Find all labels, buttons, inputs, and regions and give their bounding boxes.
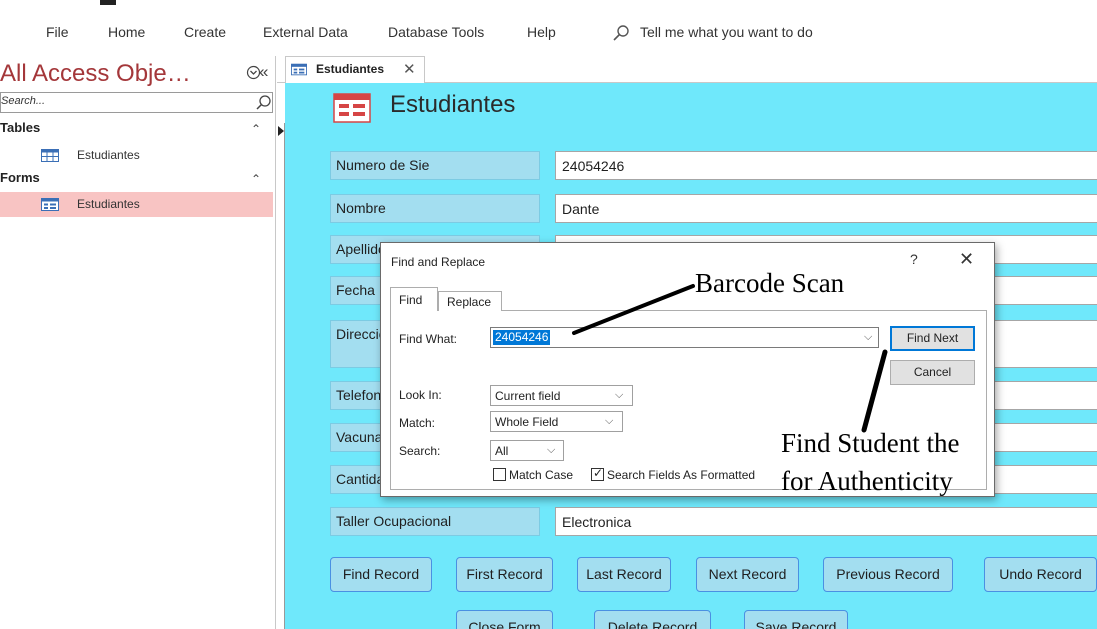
search-direction-select[interactable]: All ⌵ bbox=[490, 440, 564, 461]
delete-record-button[interactable]: Delete Record bbox=[594, 610, 711, 629]
label-text: Vacuna bbox=[336, 429, 383, 445]
tab-label: Replace bbox=[447, 295, 492, 309]
next-record-button[interactable]: Next Record bbox=[696, 557, 799, 592]
ribbon-tab-create[interactable]: Create bbox=[184, 24, 226, 40]
search-label: Search: bbox=[399, 444, 441, 458]
search-direction-value: All bbox=[495, 444, 509, 458]
chevron-down-icon: ⌵ bbox=[605, 415, 614, 427]
record-selector[interactable] bbox=[277, 123, 285, 629]
nav-group-forms[interactable]: Forms bbox=[0, 170, 40, 185]
document-tab-label: Estudiantes bbox=[316, 62, 385, 76]
tab-label: Find bbox=[399, 293, 423, 307]
match-case-label: Match Case bbox=[509, 468, 574, 482]
search-icon[interactable] bbox=[255, 94, 272, 111]
form-icon bbox=[41, 198, 59, 211]
access-window: File Home Create External Data Database … bbox=[0, 0, 1097, 629]
last-record-button[interactable]: Last Record bbox=[577, 557, 671, 592]
current-record-arrow-icon bbox=[278, 126, 284, 136]
ribbon-tab-home[interactable]: Home bbox=[108, 24, 145, 40]
look-in-label: Look In: bbox=[399, 388, 442, 402]
document-tab-estudiantes[interactable]: Estudiantes ✕ bbox=[285, 56, 425, 83]
help-button[interactable]: ? bbox=[910, 251, 918, 267]
annotation-find-student: Find Student the bbox=[781, 428, 960, 458]
cancel-button[interactable]: Cancel bbox=[890, 360, 975, 385]
label-text: Taller Ocupacional bbox=[336, 513, 452, 529]
navigation-pane: All Access Obje… « Search... Tables ⌃ Es… bbox=[0, 56, 276, 629]
label-text: Numero de Sie bbox=[336, 157, 430, 173]
chevron-down-icon: ⌵ bbox=[615, 389, 624, 401]
find-what-input[interactable]: 24054246 ⌵ bbox=[490, 327, 879, 348]
match-label: Match: bbox=[399, 416, 436, 430]
match-select[interactable]: Whole Field ⌵ bbox=[490, 411, 623, 432]
nav-search-input[interactable]: Search... bbox=[0, 92, 273, 113]
nav-item-form-estudiantes[interactable]: Estudiantes bbox=[0, 192, 273, 217]
collapse-group-icon[interactable]: ⌃ bbox=[251, 122, 261, 136]
tell-me-box[interactable]: Tell me what you want to do bbox=[640, 24, 813, 40]
undo-record-button[interactable]: Undo Record bbox=[984, 557, 1097, 592]
find-record-button[interactable]: Find Record bbox=[330, 557, 432, 592]
field-value-taller-ocupacional[interactable]: Electronica bbox=[555, 507, 1097, 536]
chevron-down-icon[interactable]: ⌵ bbox=[864, 331, 872, 344]
field-label-nombre: Nombre bbox=[330, 194, 540, 223]
nav-group-tables[interactable]: Tables bbox=[0, 120, 40, 135]
ribbon-tab-external-data[interactable]: External Data bbox=[263, 24, 348, 40]
close-icon[interactable]: ✕ bbox=[959, 249, 974, 270]
dialog-title: Find and Replace bbox=[391, 255, 486, 269]
tab-find[interactable]: Find bbox=[390, 287, 438, 311]
top-edge-fragment bbox=[100, 0, 116, 5]
nav-item-label: Estudiantes bbox=[77, 197, 140, 211]
nav-item-table-estudiantes[interactable]: Estudiantes bbox=[0, 143, 273, 168]
ribbon-tab-help[interactable]: Help bbox=[527, 24, 556, 40]
save-record-button[interactable]: Save Record bbox=[744, 610, 848, 629]
checkmark-icon: ✓ bbox=[593, 466, 604, 480]
look-in-value: Current field bbox=[495, 389, 561, 403]
nav-pane-title[interactable]: All Access Obje… bbox=[0, 60, 191, 88]
search-fields-as-formatted-checkbox[interactable]: ✓ bbox=[591, 466, 604, 481]
annotation-authenticity: for Authenticity bbox=[781, 466, 953, 496]
find-what-label: Find What: bbox=[399, 332, 458, 346]
ribbon-tab-file[interactable]: File bbox=[46, 24, 69, 40]
chevron-down-icon: ⌵ bbox=[547, 444, 556, 456]
label-text: Nombre bbox=[336, 200, 386, 216]
form-icon bbox=[291, 63, 307, 76]
table-icon bbox=[41, 149, 59, 162]
first-record-button[interactable]: First Record bbox=[456, 557, 553, 592]
shutter-bar-collapse-icon[interactable]: « bbox=[259, 62, 268, 82]
form-icon bbox=[333, 93, 371, 123]
label-text: Apellido bbox=[336, 241, 386, 257]
nav-item-label: Estudiantes bbox=[77, 148, 140, 162]
find-next-button[interactable]: Find Next bbox=[890, 326, 975, 351]
match-case-checkbox[interactable] bbox=[493, 468, 506, 481]
find-what-value: 24054246 bbox=[493, 330, 551, 345]
value-text: Electronica bbox=[562, 514, 632, 530]
label-text: Fecha bbox=[336, 282, 375, 298]
ribbon: File Home Create External Data Database … bbox=[0, 0, 1097, 56]
lightbulb-search-icon[interactable] bbox=[611, 23, 631, 43]
look-in-select[interactable]: Current field ⌵ bbox=[490, 385, 633, 406]
close-icon[interactable]: ✕ bbox=[403, 60, 416, 78]
ribbon-tab-database-tools[interactable]: Database Tools bbox=[388, 24, 484, 40]
annotation-barcode-scan: Barcode Scan bbox=[695, 268, 845, 298]
search-fields-as-formatted-label: Search Fields As Formatted bbox=[607, 468, 756, 482]
field-value-nombre[interactable]: Dante bbox=[555, 194, 1097, 223]
value-text: 24054246 bbox=[562, 158, 625, 174]
tab-replace[interactable]: Replace bbox=[438, 291, 502, 311]
document-tab-strip: Estudiantes ✕ bbox=[277, 56, 1097, 83]
value-text: Dante bbox=[562, 201, 600, 217]
collapse-group-icon[interactable]: ⌃ bbox=[251, 172, 261, 186]
field-value-numero-de-sie[interactable]: 24054246 bbox=[555, 151, 1097, 180]
field-label-numero-de-sie: Numero de Sie bbox=[330, 151, 540, 180]
previous-record-button[interactable]: Previous Record bbox=[823, 557, 953, 592]
form-title: Estudiantes bbox=[390, 91, 516, 118]
nav-search-placeholder: Search... bbox=[1, 95, 46, 107]
match-value: Whole Field bbox=[495, 415, 559, 429]
field-label-taller-ocupacional: Taller Ocupacional bbox=[330, 507, 540, 536]
close-form-button[interactable]: Close Form bbox=[456, 610, 553, 629]
